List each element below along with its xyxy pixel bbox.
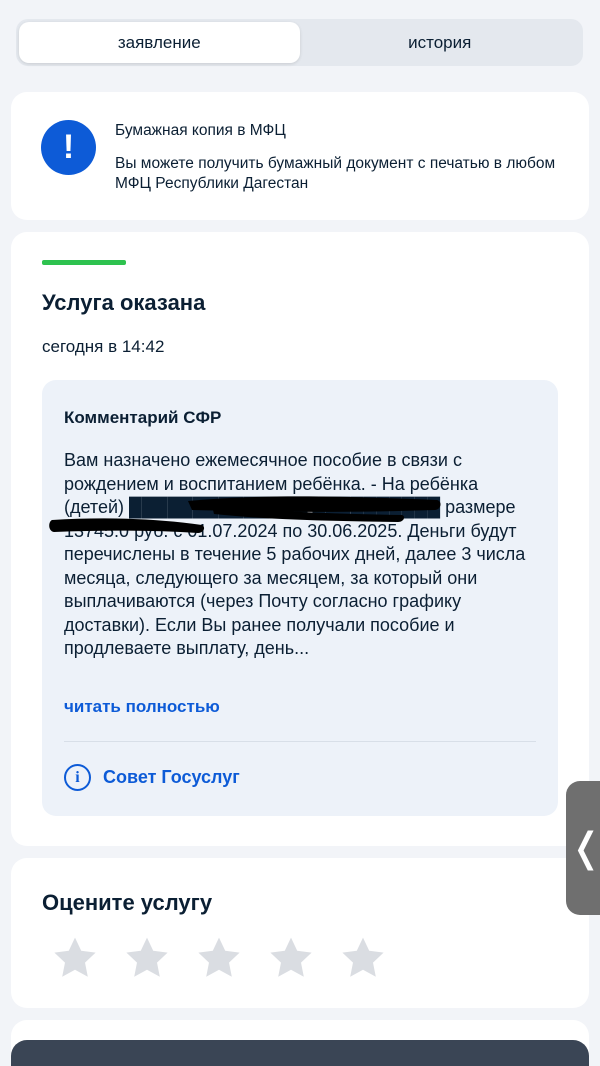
- info-icon: i: [64, 764, 91, 791]
- tab-application[interactable]: заявление: [19, 22, 300, 63]
- advice-label: Совет Госуслуг: [103, 767, 240, 787]
- status-date: сегодня в 14:42: [42, 337, 165, 356]
- divider: [64, 741, 536, 742]
- service-status-card: Услуга оказана сегодня в 14:42 Комментар…: [11, 232, 589, 846]
- notice-title: Бумажная копия в МФЦ: [115, 122, 286, 139]
- bottom-action-button[interactable]: [11, 1040, 589, 1066]
- read-more-link[interactable]: читать полностью: [64, 697, 220, 717]
- side-panel-handle[interactable]: ❬: [566, 781, 600, 915]
- paper-copy-notice: ! Бумажная копия в МФЦ Вы можете получит…: [11, 92, 589, 220]
- tab-history[interactable]: история: [300, 22, 581, 63]
- rate-service-card: Оцените услугу: [11, 858, 589, 1008]
- star-icon[interactable]: [267, 934, 315, 982]
- star-icon[interactable]: [339, 934, 387, 982]
- tab-switcher: заявление история: [16, 19, 583, 66]
- comment-body: Вам назначено ежемесячное пособие в связ…: [64, 450, 526, 658]
- gosuslugi-advice-link[interactable]: i Совет Госуслуг: [64, 764, 240, 791]
- status-indicator-bar: [42, 260, 126, 265]
- comment-title: Комментарий СФР: [64, 408, 222, 427]
- star-icon[interactable]: [51, 934, 99, 982]
- rating-title: Оцените услугу: [42, 890, 213, 915]
- chevron-left-icon: ❬: [569, 826, 600, 870]
- sfr-comment: Комментарий СФР Вам назначено ежемесячно…: [42, 380, 558, 816]
- page: заявление история ! Бумажная копия в МФЦ…: [0, 0, 600, 1066]
- status-title: Услуга оказана: [42, 290, 206, 315]
- star-icon[interactable]: [195, 934, 243, 982]
- star-rating: [51, 934, 387, 982]
- notice-text: Вы можете получить бумажный документ с п…: [115, 155, 556, 192]
- alert-icon: !: [41, 120, 96, 175]
- star-icon[interactable]: [123, 934, 171, 982]
